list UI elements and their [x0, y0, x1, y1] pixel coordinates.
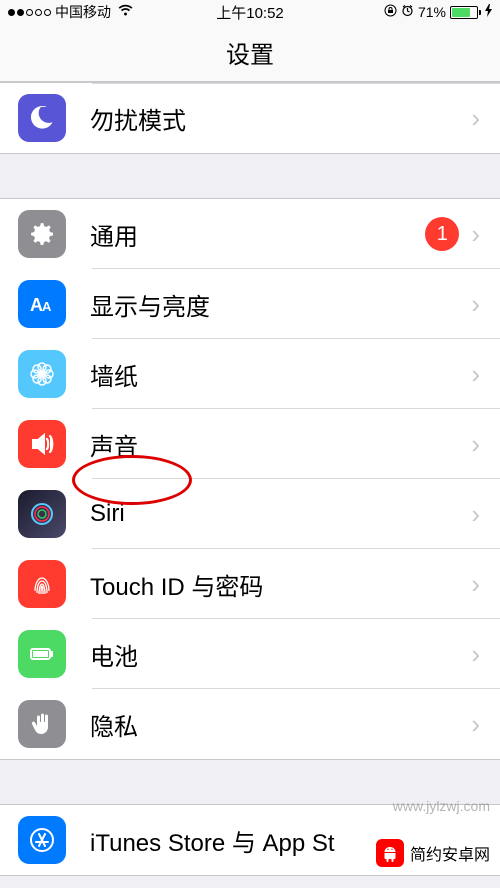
row-label: 电池: [90, 637, 471, 672]
watermark-logo-icon: [376, 839, 404, 867]
watermark-url: www.jylzwj.com: [393, 798, 490, 814]
flower-icon: [18, 350, 66, 398]
status-left: 中国移动: [8, 2, 134, 22]
moon-icon: [18, 94, 66, 142]
alarm-icon: [401, 4, 414, 20]
status-time: 上午10:52: [216, 2, 284, 23]
row-label: Siri: [90, 500, 471, 528]
row-wallpaper[interactable]: 墙纸 ›: [0, 339, 500, 409]
hand-icon: [18, 700, 66, 748]
carrier-label: 中国移动: [55, 2, 111, 22]
battery-icon: [450, 6, 481, 19]
chevron-right-icon: ›: [471, 103, 480, 134]
siri-icon: [18, 490, 66, 538]
group-spacer: [0, 154, 500, 198]
chevron-right-icon: ›: [471, 709, 480, 740]
row-sound[interactable]: 声音 ›: [0, 409, 500, 479]
row-battery[interactable]: 电池 ›: [0, 619, 500, 689]
chevron-right-icon: ›: [471, 639, 480, 670]
chevron-right-icon: ›: [471, 569, 480, 600]
svg-text:A: A: [42, 299, 52, 314]
row-label: 显示与亮度: [90, 287, 471, 322]
settings-group-2: 通用 1 › AA 显示与亮度 › 墙纸 › 声音 › Siri ›: [0, 198, 500, 760]
status-right: 71%: [384, 4, 492, 20]
appstore-icon: [18, 816, 66, 864]
row-do-not-disturb[interactable]: 勿扰模式 ›: [0, 83, 500, 153]
speaker-icon: [18, 420, 66, 468]
row-privacy[interactable]: 隐私 ›: [0, 689, 500, 759]
text-size-icon: AA: [18, 280, 66, 328]
page-title: 设置: [226, 35, 274, 70]
gear-icon: [18, 210, 66, 258]
fingerprint-icon: [18, 560, 66, 608]
row-label: 勿扰模式: [90, 101, 471, 136]
row-touch-id[interactable]: Touch ID 与密码 ›: [0, 549, 500, 619]
row-label: 墙纸: [90, 357, 471, 392]
row-display-brightness[interactable]: AA 显示与亮度 ›: [0, 269, 500, 339]
charging-icon: [485, 4, 492, 20]
watermark-text: 简约安卓网: [410, 841, 490, 865]
header: 设置: [0, 24, 500, 82]
row-general[interactable]: 通用 1 ›: [0, 199, 500, 269]
wifi-icon: [117, 4, 134, 21]
orientation-lock-icon: [384, 4, 397, 20]
watermark-brand: 简约安卓网: [372, 836, 500, 870]
battery-percent: 71%: [418, 4, 446, 20]
row-siri[interactable]: Siri ›: [0, 479, 500, 549]
signal-strength-icon: [8, 9, 51, 16]
row-label: 通用: [90, 217, 425, 252]
chevron-right-icon: ›: [471, 499, 480, 530]
chevron-right-icon: ›: [471, 219, 480, 250]
status-bar: 中国移动 上午10:52 71%: [0, 0, 500, 24]
chevron-right-icon: ›: [471, 289, 480, 320]
row-label: 声音: [90, 427, 471, 462]
row-label: 隐私: [90, 707, 471, 742]
settings-group-1: 勿扰模式 ›: [0, 82, 500, 154]
battery-icon: [18, 630, 66, 678]
chevron-right-icon: ›: [471, 429, 480, 460]
chevron-right-icon: ›: [471, 359, 480, 390]
row-label: Touch ID 与密码: [90, 567, 471, 602]
notification-badge: 1: [425, 217, 459, 251]
